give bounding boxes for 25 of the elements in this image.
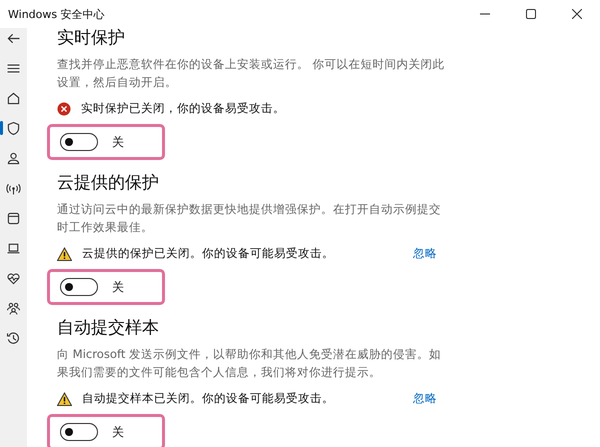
section-heading: 自动提交样本 <box>57 317 160 339</box>
error-icon <box>57 102 71 116</box>
warning-icon <box>57 392 72 406</box>
window-title: Windows 安全中心 <box>7 6 106 22</box>
section-description: 通过访问云中的最新保护数据更快地提供增强保护。在打开自动示例提交时工作效果最佳。 <box>57 201 442 236</box>
dismiss-link[interactable]: 忽略 <box>413 246 437 261</box>
section-description: 向 Microsoft 发送示例文件，以帮助你和其他人免受潜在威胁的侵害。如果我们需要的文件可能包含个人信息，我们将对你进行提示。 <box>57 346 442 381</box>
status-message: 自动提交样本已关闭。你的设备可能易受攻击。 <box>82 391 335 406</box>
status-message: 实时保护已关闭，你的设备易受攻击。 <box>81 101 286 116</box>
maximize-icon <box>526 9 536 19</box>
toggle-switch[interactable] <box>60 278 98 296</box>
toggle-switch[interactable] <box>60 133 98 151</box>
toggle-label: 关 <box>112 424 124 440</box>
toggle-label: 关 <box>112 278 124 296</box>
close-icon <box>572 9 582 19</box>
warning-icon <box>57 246 72 260</box>
shield-icon <box>5 120 22 136</box>
toggle-label: 关 <box>112 134 124 150</box>
section-description: 查找并停止恶意软件在你的设备上安装或运行。 你可以在短时间内关闭此设置，然后自动开启。 <box>57 56 446 91</box>
status-message: 云提供的保护已关闭。你的设备可能易受攻击。 <box>82 246 335 261</box>
section-heading: 云提供的保护 <box>57 172 160 194</box>
dismiss-link[interactable]: 忽略 <box>413 391 437 406</box>
section-heading: 实时保护 <box>57 27 126 49</box>
history-icon <box>5 330 22 346</box>
toggle-switch[interactable] <box>60 423 98 441</box>
